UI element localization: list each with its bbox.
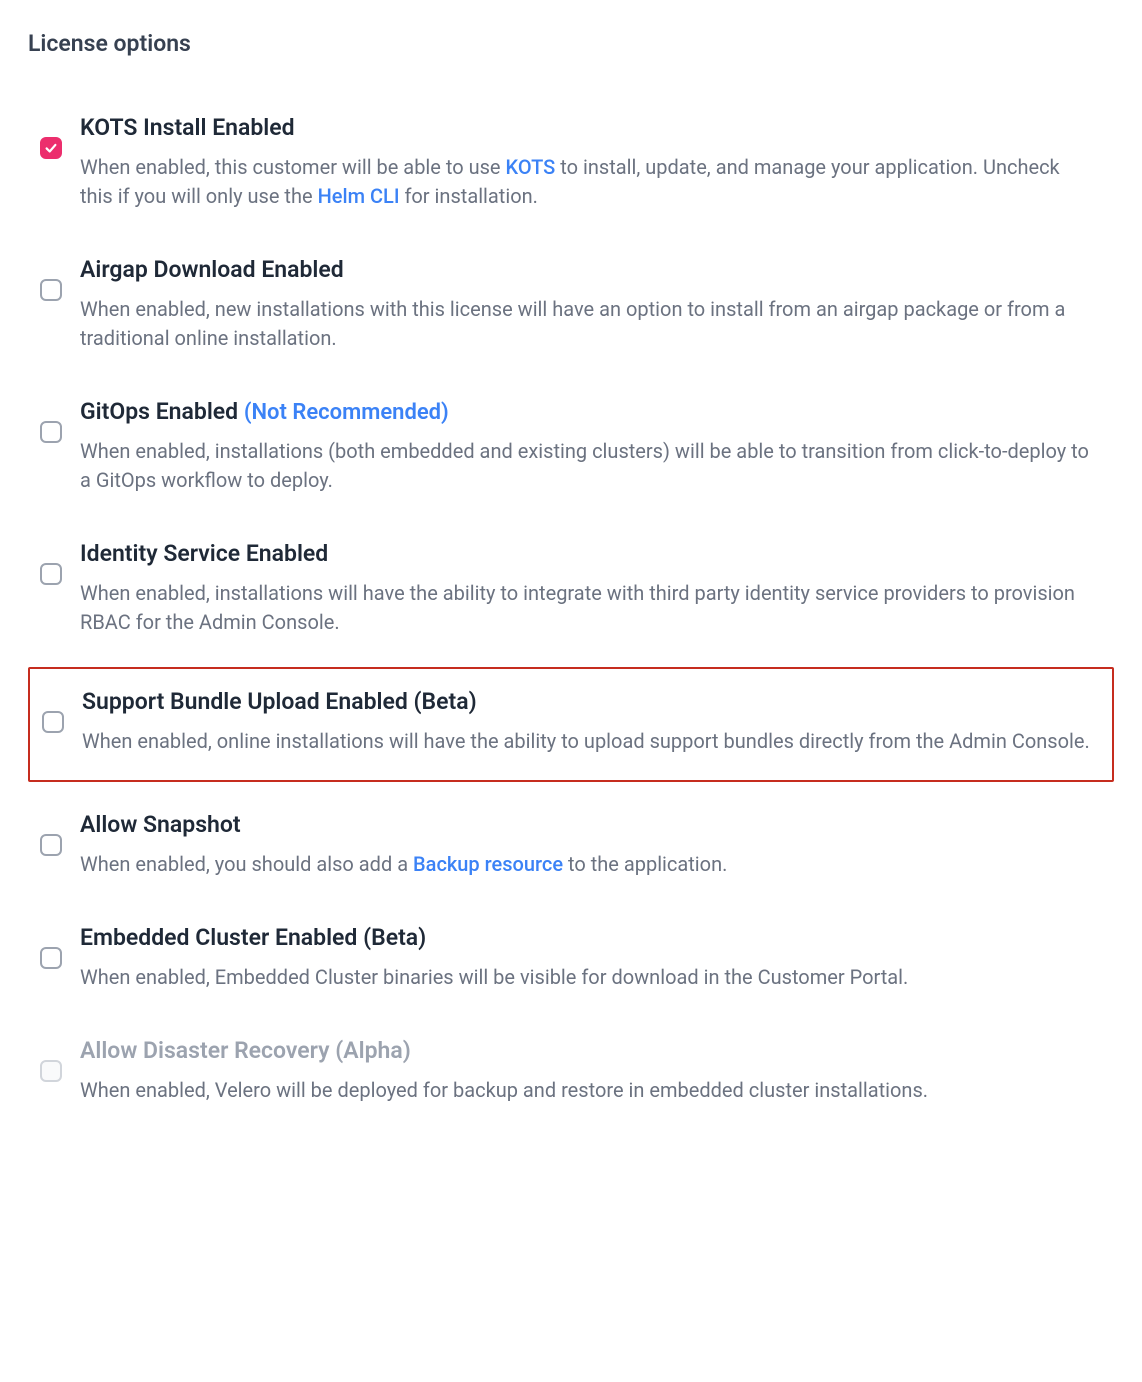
option-desc-link[interactable]: Backup resource: [413, 852, 563, 876]
option-row-gitops: GitOps Enabled (Not Recommended) When ena…: [28, 379, 1114, 522]
option-title-text: Airgap Download Enabled: [80, 256, 344, 283]
checkbox-allow-snapshot[interactable]: [40, 834, 62, 856]
option-desc-text: for installation.: [399, 184, 537, 208]
option-body: Allow Disaster Recovery (Alpha) When enab…: [80, 1036, 1106, 1105]
option-body: GitOps Enabled (Not Recommended) When ena…: [80, 397, 1106, 496]
option-row-allow-disaster-recovery: Allow Disaster Recovery (Alpha) When enab…: [28, 1018, 1114, 1131]
option-desc-allow-disaster-recovery: When enabled, Velero will be deployed fo…: [80, 1076, 1094, 1105]
option-row-kots-install: KOTS Install Enabled When enabled, this c…: [28, 95, 1114, 237]
check-icon: [44, 141, 58, 155]
option-desc-text: When enabled, new installations with thi…: [80, 297, 1065, 350]
checkbox-support-bundle-upload[interactable]: [42, 711, 64, 733]
option-desc-kots-install: When enabled, this customer will be able…: [80, 153, 1094, 211]
option-title-airgap-download: Airgap Download Enabled: [80, 255, 1094, 285]
option-title-identity-service: Identity Service Enabled: [80, 539, 1094, 569]
checkbox-embedded-cluster[interactable]: [40, 947, 62, 969]
option-row-allow-snapshot: Allow Snapshot When enabled, you should a…: [28, 792, 1114, 905]
option-title-support-bundle-upload: Support Bundle Upload Enabled (Beta): [82, 687, 1092, 717]
option-desc-airgap-download: When enabled, new installations with thi…: [80, 295, 1094, 353]
checkbox-allow-disaster-recovery: [40, 1060, 62, 1082]
option-desc-embedded-cluster: When enabled, Embedded Cluster binaries …: [80, 963, 1094, 992]
option-desc-text: to the application.: [563, 852, 727, 876]
checkbox-wrap: [36, 113, 62, 159]
option-desc-link[interactable]: KOTS: [505, 155, 555, 179]
option-desc-identity-service: When enabled, installations will have th…: [80, 579, 1094, 637]
option-title-text: Identity Service Enabled: [80, 540, 328, 567]
option-desc-text: When enabled, you should also add a: [80, 852, 413, 876]
option-desc-text: When enabled, Embedded Cluster binaries …: [80, 965, 908, 989]
option-title-text: Allow Disaster Recovery (Alpha): [80, 1037, 411, 1064]
option-title-text: GitOps Enabled: [80, 398, 238, 425]
checkbox-wrap: [36, 539, 62, 589]
option-title-kots-install: KOTS Install Enabled: [80, 113, 1094, 143]
option-title-text: Embedded Cluster Enabled (Beta): [80, 924, 426, 951]
option-body: Identity Service Enabled When enabled, in…: [80, 539, 1106, 637]
option-title-text: KOTS Install Enabled: [80, 114, 295, 141]
option-desc-text: When enabled, this customer will be able…: [80, 155, 505, 179]
checkbox-wrap: [36, 255, 62, 305]
section-title: License options: [28, 30, 1114, 57]
checkbox-wrap: [36, 810, 62, 860]
option-desc-text: When enabled, online installations will …: [82, 729, 1090, 753]
checkbox-wrap: [38, 687, 64, 737]
option-title-gitops: GitOps Enabled (Not Recommended): [80, 397, 1094, 428]
option-desc-text: When enabled, Velero will be deployed fo…: [80, 1078, 928, 1102]
option-desc-link[interactable]: Helm CLI: [318, 184, 400, 208]
checkbox-gitops[interactable]: [40, 421, 62, 443]
options-list: KOTS Install Enabled When enabled, this c…: [28, 95, 1114, 1131]
checkbox-identity-service[interactable]: [40, 563, 62, 585]
option-body: Support Bundle Upload Enabled (Beta) When…: [82, 687, 1104, 756]
option-body: Embedded Cluster Enabled (Beta) When enab…: [80, 923, 1106, 992]
option-desc-allow-snapshot: When enabled, you should also add a Back…: [80, 850, 1094, 879]
option-desc-gitops: When enabled, installations (both embedd…: [80, 437, 1094, 495]
option-desc-text: When enabled, installations (both embedd…: [80, 439, 1089, 492]
option-body: KOTS Install Enabled When enabled, this c…: [80, 113, 1106, 211]
option-title-suffix-link[interactable]: (Not Recommended): [244, 400, 449, 425]
checkbox-airgap-download[interactable]: [40, 279, 62, 301]
option-title-embedded-cluster: Embedded Cluster Enabled (Beta): [80, 923, 1094, 953]
checkbox-wrap: [36, 923, 62, 973]
option-row-embedded-cluster: Embedded Cluster Enabled (Beta) When enab…: [28, 905, 1114, 1018]
option-body: Allow Snapshot When enabled, you should a…: [80, 810, 1106, 879]
option-desc-text: When enabled, installations will have th…: [80, 581, 1075, 634]
option-body: Airgap Download Enabled When enabled, new…: [80, 255, 1106, 353]
option-title-allow-disaster-recovery: Allow Disaster Recovery (Alpha): [80, 1036, 1094, 1066]
option-title-text: Allow Snapshot: [80, 811, 241, 838]
option-row-airgap-download: Airgap Download Enabled When enabled, new…: [28, 237, 1114, 379]
checkbox-wrap: [36, 397, 62, 447]
option-title-text: Support Bundle Upload Enabled (Beta): [82, 688, 477, 715]
option-title-allow-snapshot: Allow Snapshot: [80, 810, 1094, 840]
option-desc-support-bundle-upload: When enabled, online installations will …: [82, 727, 1092, 756]
checkbox-wrap: [36, 1036, 62, 1086]
option-row-identity-service: Identity Service Enabled When enabled, in…: [28, 521, 1114, 663]
checkbox-kots-install[interactable]: [40, 137, 62, 159]
option-row-support-bundle-upload: Support Bundle Upload Enabled (Beta) When…: [28, 667, 1114, 782]
